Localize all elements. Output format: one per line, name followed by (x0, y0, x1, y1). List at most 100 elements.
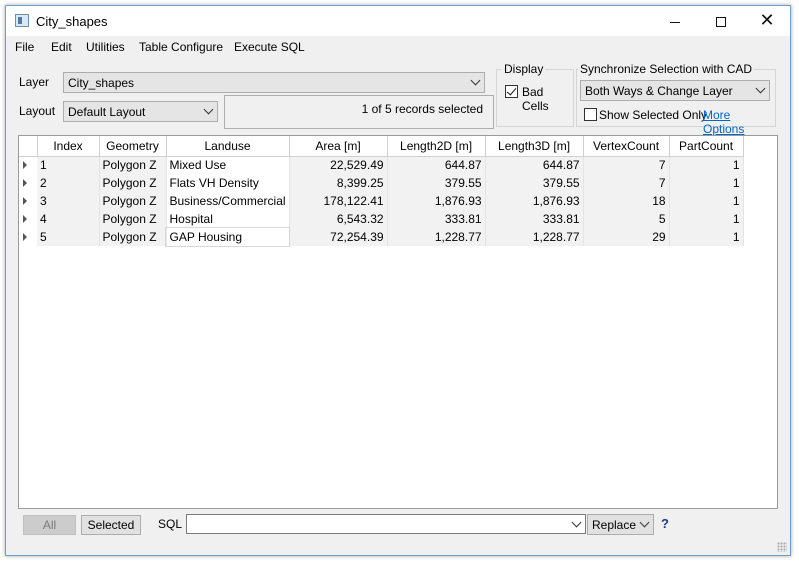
close-icon: ✕ (759, 10, 775, 31)
cell-index[interactable]: 1 (37, 156, 100, 174)
cell-vertexcount[interactable]: 29 (583, 228, 670, 246)
cell-length2d[interactable]: 379.55 (387, 174, 486, 192)
cell-partcount[interactable]: 1 (669, 156, 744, 174)
sync-mode-select[interactable]: Both Ways & Change Layer (580, 80, 770, 101)
menu-file[interactable]: File (15, 40, 34, 54)
menu-utilities[interactable]: Utilities (86, 40, 125, 54)
cell-partcount[interactable]: 1 (669, 174, 744, 192)
cell-area[interactable]: 178,122.41 (289, 192, 388, 210)
layout-select-value: Default Layout (68, 105, 146, 119)
cell-length2d[interactable]: 333.81 (387, 210, 486, 228)
cell-vertexcount[interactable]: 7 (583, 174, 670, 192)
help-icon[interactable]: ? (661, 516, 669, 531)
cell-index[interactable]: 2 (37, 174, 100, 192)
selection-status-box: 1 of 5 records selected (224, 95, 494, 129)
cell-length3d[interactable]: 644.87 (485, 156, 584, 174)
cell-landuse[interactable]: Flats VH Density (166, 174, 290, 192)
column-header-landuse[interactable]: Landuse (166, 136, 290, 157)
row-expand[interactable] (19, 210, 37, 228)
column-header-vertexcount[interactable]: VertexCount (583, 136, 670, 157)
cell-area[interactable]: 72,254.39 (289, 228, 388, 246)
table-row[interactable]: 2 Polygon Z Flats VH Density 8,399.25 37… (19, 174, 744, 192)
table-row[interactable]: 3 Polygon Z Business/Commercial 178,122.… (19, 192, 744, 210)
cell-vertexcount[interactable]: 5 (583, 210, 670, 228)
cell-vertexcount[interactable]: 7 (583, 156, 670, 174)
cell-geometry[interactable]: Polygon Z (99, 228, 167, 246)
column-header-index[interactable]: Index (37, 136, 100, 157)
cell-geometry[interactable]: Polygon Z (99, 192, 167, 210)
menu-edit[interactable]: Edit (51, 40, 72, 54)
more-options-link[interactable]: More Options (703, 108, 775, 136)
all-button[interactable]: All (23, 515, 76, 535)
cell-landuse[interactable]: Mixed Use (166, 156, 290, 174)
cell-geometry[interactable]: Polygon Z (99, 174, 167, 192)
attribute-table[interactable]: Index Geometry Landuse Area [m] Length2D… (18, 135, 778, 509)
cell-length2d[interactable]: 1,228.77 (387, 228, 486, 246)
row-expand[interactable] (19, 192, 37, 210)
cell-index[interactable]: 3 (37, 192, 100, 210)
table-row[interactable]: 1 Polygon Z Mixed Use 22,529.49 644.87 6… (19, 156, 744, 174)
cell-index[interactable]: 4 (37, 210, 100, 228)
close-button[interactable]: ✕ (744, 6, 790, 36)
cell-landuse-editing[interactable]: GAP Housing (164, 227, 291, 247)
show-selected-only-checkbox[interactable] (584, 108, 597, 121)
cell-geometry[interactable]: Polygon Z (99, 156, 167, 174)
display-group: Display Bad Cells (496, 62, 574, 127)
column-header-partcount[interactable]: PartCount (669, 136, 744, 157)
chevron-down-icon (470, 75, 481, 86)
cell-length2d[interactable]: 644.87 (387, 156, 486, 174)
row-expand[interactable] (19, 156, 37, 174)
column-header-length3d[interactable]: Length3D [m] (485, 136, 584, 157)
sync-group-title: Synchronize Selection with CAD (578, 62, 755, 76)
layer-label: Layer (19, 75, 50, 89)
bad-cells-checkbox[interactable] (505, 85, 518, 98)
cell-landuse[interactable]: Hospital (166, 210, 290, 228)
resize-grip-icon[interactable] (777, 542, 787, 552)
cell-partcount[interactable]: 1 (669, 192, 744, 210)
sql-label: SQL (158, 517, 183, 531)
cell-area[interactable]: 6,543.32 (289, 210, 388, 228)
maximize-button[interactable] (698, 6, 744, 36)
chevron-down-icon (639, 517, 650, 528)
cell-vertexcount[interactable]: 18 (583, 192, 670, 210)
cell-index[interactable]: 5 (37, 228, 100, 246)
selected-button[interactable]: Selected (81, 515, 141, 535)
layer-select[interactable]: City_shapes (63, 72, 485, 93)
cell-area[interactable]: 8,399.25 (289, 174, 388, 192)
sync-group: Synchronize Selection with CAD Both Ways… (576, 62, 776, 136)
cell-partcount[interactable]: 1 (669, 228, 744, 246)
column-header-area[interactable]: Area [m] (289, 136, 388, 157)
cell-length3d[interactable]: 1,876.93 (485, 192, 584, 210)
menu-execute-sql[interactable]: Execute SQL (234, 40, 305, 54)
cell-length3d[interactable]: 1,228.77 (485, 228, 584, 246)
layout-select[interactable]: Default Layout (63, 101, 218, 122)
layer-select-value: City_shapes (68, 76, 135, 90)
cell-length2d[interactable]: 1,876.93 (387, 192, 486, 210)
menu-bar: File Edit Utilities Table Configure Exec… (6, 37, 790, 57)
minimize-button[interactable] (652, 6, 698, 36)
row-expand[interactable] (19, 228, 37, 246)
data-table: Index Geometry Landuse Area [m] Length2D… (19, 136, 744, 247)
cell-landuse[interactable]: Business/Commercial (166, 192, 290, 210)
sql-input[interactable] (186, 514, 586, 534)
table-row[interactable]: 4 Polygon Z Hospital 6,543.32 333.81 333… (19, 210, 744, 228)
cell-geometry[interactable]: Polygon Z (99, 210, 167, 228)
column-header-geometry[interactable]: Geometry (99, 136, 167, 157)
expand-triangle-icon (23, 215, 27, 223)
cell-length3d[interactable]: 333.81 (485, 210, 584, 228)
row-header-corner (19, 136, 38, 157)
table-row-selected[interactable]: 5 Polygon Z GAP Housing 72,254.39 1,228.… (19, 227, 744, 247)
cell-partcount[interactable]: 1 (669, 210, 744, 228)
menu-table-configure[interactable]: Table Configure (139, 40, 223, 54)
column-header-length2d[interactable]: Length2D [m] (387, 136, 486, 157)
expand-triangle-icon (23, 179, 27, 187)
title-bar[interactable]: City_shapes ✕ (6, 6, 790, 36)
cell-area[interactable]: 22,529.49 (289, 156, 388, 174)
replace-select[interactable]: Replace (587, 514, 654, 535)
row-expand[interactable] (19, 174, 37, 192)
window-title: City_shapes (36, 14, 108, 29)
bad-cells-label: Bad Cells (522, 85, 549, 113)
cell-length3d[interactable]: 379.55 (485, 174, 584, 192)
main-window: City_shapes ✕ File Edit Utilities Table … (5, 5, 791, 556)
chevron-down-icon (571, 517, 582, 528)
